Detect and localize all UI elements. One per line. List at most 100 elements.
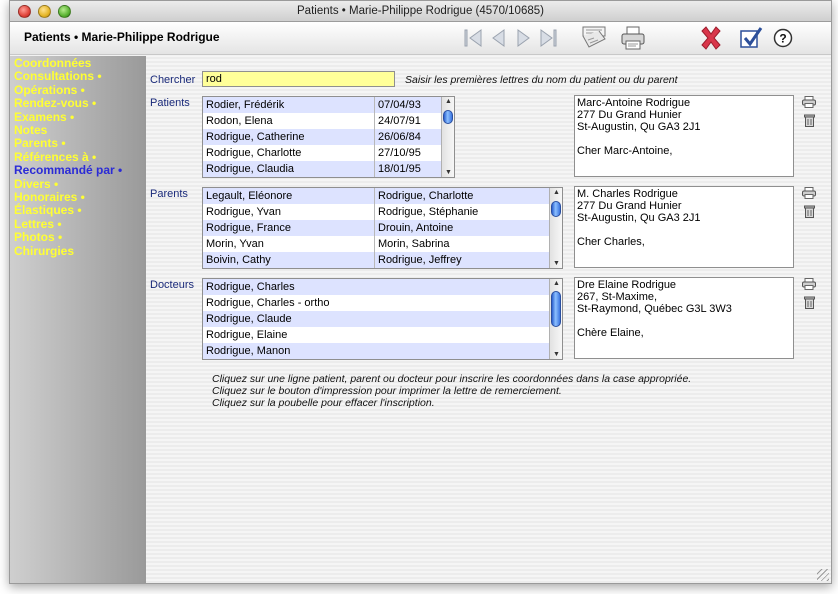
scroll-down-arrow-icon[interactable]: ▼: [552, 351, 561, 358]
scroll-up-arrow-icon[interactable]: ▲: [444, 98, 453, 105]
doctor-name: Rodrigue, Charles - ortho: [206, 297, 330, 309]
table-row[interactable]: Rodrigue, Catherine 26/06/84: [203, 129, 441, 145]
parents-label: Parents: [150, 188, 188, 200]
next-record-icon[interactable]: [514, 27, 534, 49]
scroll-up-arrow-icon[interactable]: ▲: [552, 280, 561, 287]
sidebar-item-divers[interactable]: Divers •: [14, 177, 58, 191]
patients-scrollbar[interactable]: ▲ ▼: [441, 97, 454, 177]
sidebar-item-notes[interactable]: Notes: [14, 123, 47, 137]
window-title: Patients • Marie-Philippe Rodrigue (4570…: [297, 5, 544, 17]
trash-icon[interactable]: [804, 205, 815, 221]
table-row[interactable]: Rodrigue, Charles - ortho: [203, 295, 549, 311]
patients-label: Patients: [150, 97, 190, 109]
letter-line: [577, 224, 791, 236]
table-row[interactable]: Rodrigue, Claude: [203, 311, 549, 327]
parents-table: Legault, Eléonore Rodrigue, Charlotte Rod…: [202, 187, 563, 269]
doctor-name: Rodrigue, Charles: [206, 281, 295, 293]
letter-line: [577, 315, 791, 327]
sidebar-item-coordonnees[interactable]: Coordonnées: [14, 56, 91, 70]
letter-line: St-Augustin, Qu GA3 2J1: [577, 121, 701, 133]
search-label: Chercher: [150, 74, 196, 86]
table-row[interactable]: Morin, Yvan Morin, Sabrina: [203, 236, 549, 252]
scroll-thumb[interactable]: [443, 110, 453, 124]
letter-line: 277 Du Grand Hunier: [577, 200, 682, 212]
table-row[interactable]: Rodrigue, Elaine: [203, 327, 549, 343]
sidebar-item-recommande-par[interactable]: Recommandé par •: [14, 163, 122, 177]
sidebar-item-examens[interactable]: Examens •: [14, 110, 74, 124]
search-input[interactable]: [202, 71, 395, 87]
scroll-down-arrow-icon[interactable]: ▼: [444, 169, 453, 176]
patient-letter-box[interactable]: Marc-Antoine Rodrigue 277 Du Grand Hunie…: [574, 95, 794, 177]
scroll-thumb[interactable]: [551, 291, 561, 327]
print-icon[interactable]: [802, 96, 816, 111]
sidebar-item-parents[interactable]: Parents •: [14, 136, 66, 150]
sidebar-item-operations[interactable]: Opérations •: [14, 83, 85, 97]
title-bar: Patients • Marie-Philippe Rodrigue (4570…: [10, 1, 831, 22]
scroll-down-arrow-icon[interactable]: ▼: [552, 260, 561, 267]
instruction-line: Cliquez sur la poubelle pour effacer l'i…: [212, 397, 435, 409]
letter-line: St-Augustin, Qu GA3 2J1: [577, 212, 701, 224]
doctor-name: Rodrigue, Elaine: [206, 329, 288, 341]
sidebar-item-honoraires[interactable]: Honoraires •: [14, 190, 85, 204]
parent-name: Boivin, Cathy: [206, 254, 271, 266]
trash-icon[interactable]: [804, 114, 815, 130]
child-name: Morin, Sabrina: [374, 236, 549, 252]
table-row[interactable]: Rodrigue, Yvan Rodrigue, Stéphanie: [203, 204, 549, 220]
letter-line: Chère Elaine,: [577, 327, 644, 339]
child-name: Rodrigue, Stéphanie: [374, 204, 549, 220]
table-row[interactable]: Rodrigue, Manon: [203, 343, 549, 359]
sidebar-item-photos[interactable]: Photos •: [14, 230, 62, 244]
scroll-thumb[interactable]: [551, 201, 561, 217]
sidebar-item-references[interactable]: Références à •: [14, 150, 96, 164]
patient-name: Rodier, Frédérik: [206, 99, 285, 111]
table-row[interactable]: Legault, Eléonore Rodrigue, Charlotte: [203, 188, 549, 204]
table-row[interactable]: Rodon, Elena 24/07/91: [203, 113, 441, 129]
print-icon[interactable]: [620, 25, 646, 51]
sidebar-item-chirurgies[interactable]: Chirurgies: [14, 244, 74, 258]
minimize-window-button[interactable]: [38, 5, 51, 18]
child-name: Rodrigue, Charlotte: [374, 188, 549, 204]
patient-name: Rodrigue, Charlotte: [206, 147, 302, 159]
print-icon[interactable]: [802, 187, 816, 202]
envelope-icon[interactable]: [580, 25, 608, 51]
validate-icon[interactable]: [738, 25, 764, 51]
sidebar-item-consultations[interactable]: Consultations •: [14, 69, 102, 83]
parent-letter-box[interactable]: M. Charles Rodrigue 277 Du Grand Hunier …: [574, 186, 794, 268]
help-label: ?: [779, 32, 786, 46]
trash-icon[interactable]: [804, 296, 815, 312]
table-row[interactable]: Rodrigue, France Drouin, Antoine: [203, 220, 549, 236]
help-icon[interactable]: ?: [773, 28, 793, 48]
letter-line: M. Charles Rodrigue: [577, 188, 678, 200]
previous-record-icon[interactable]: [488, 27, 508, 49]
table-row[interactable]: Rodrigue, Charles: [203, 279, 549, 295]
patient-dob: 24/07/91: [374, 113, 441, 129]
patient-name: Rodrigue, Claudia: [206, 163, 295, 175]
delete-icon[interactable]: [698, 25, 724, 51]
letter-line: 277 Du Grand Hunier: [577, 109, 682, 121]
doctors-table: Rodrigue, Charles Rodrigue, Charles - or…: [202, 278, 563, 360]
last-record-icon[interactable]: [538, 27, 560, 49]
first-record-icon[interactable]: [462, 27, 484, 49]
sidebar-item-elastiques[interactable]: Élastiques •: [14, 203, 82, 217]
table-row[interactable]: Rodier, Frédérik 07/04/93: [203, 97, 441, 113]
table-row[interactable]: Rodrigue, Charlotte 27/10/95: [203, 145, 441, 161]
table-row[interactable]: Rodrigue, Claudia 18/01/95: [203, 161, 441, 177]
app-window: Patients • Marie-Philippe Rodrigue (4570…: [9, 0, 832, 584]
doctors-scrollbar[interactable]: ▲ ▼: [549, 279, 562, 359]
doctor-name: Rodrigue, Claude: [206, 313, 292, 325]
toolbar: Patients • Marie-Philippe Rodrigue ?: [10, 22, 831, 55]
parents-scrollbar[interactable]: ▲ ▼: [549, 188, 562, 268]
page-title: Patients • Marie-Philippe Rodrigue: [24, 30, 220, 44]
resize-grip[interactable]: [817, 569, 829, 581]
zoom-window-button[interactable]: [58, 5, 71, 18]
close-window-button[interactable]: [18, 5, 31, 18]
sidebar-item-rendez-vous[interactable]: Rendez-vous •: [14, 96, 96, 110]
table-row[interactable]: Boivin, Cathy Rodrigue, Jeffrey: [203, 252, 549, 268]
search-hint: Saisir les premières lettres du nom du p…: [405, 74, 678, 86]
instructions: Cliquez sur une ligne patient, parent ou…: [212, 373, 691, 409]
sidebar-item-lettres[interactable]: Lettres •: [14, 217, 62, 231]
scroll-up-arrow-icon[interactable]: ▲: [552, 189, 561, 196]
letter-line: Cher Charles,: [577, 236, 645, 248]
doctor-letter-box[interactable]: Dre Elaine Rodrigue 267, St-Maxime, St-R…: [574, 277, 794, 359]
print-icon[interactable]: [802, 278, 816, 293]
